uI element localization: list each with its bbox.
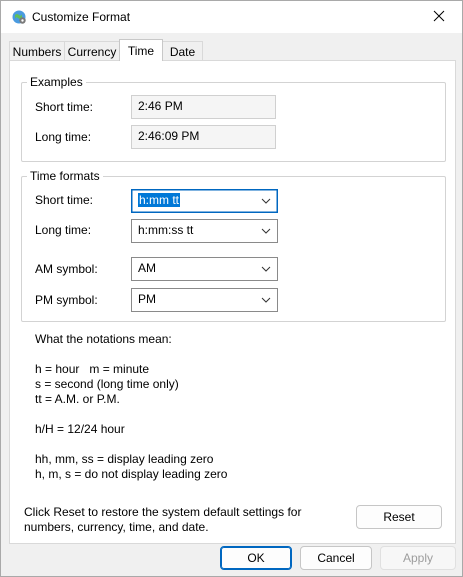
reset-button[interactable]: Reset xyxy=(356,505,442,529)
customize-format-dialog: Customize Format Numbers Currency Time D… xyxy=(0,0,463,577)
tab-currency[interactable]: Currency xyxy=(64,41,120,61)
apply-button-label: Apply xyxy=(402,551,434,565)
ok-button[interactable]: OK xyxy=(220,546,292,570)
am-symbol-label: AM symbol: xyxy=(35,262,98,276)
chevron-down-icon xyxy=(261,293,271,307)
example-short-time-value: 2:46 PM xyxy=(131,95,276,119)
title-bar: Customize Format xyxy=(1,1,462,33)
notation-line: hh, mm, ss = display leading zero xyxy=(35,452,214,466)
long-time-label: Long time: xyxy=(35,223,92,237)
notations-heading: What the notations mean: xyxy=(35,332,172,346)
cancel-button[interactable]: Cancel xyxy=(300,546,372,570)
long-time-value: h:mm:ss tt xyxy=(138,223,194,237)
time-tab-panel: Examples Short time: 2:46 PM Long time: … xyxy=(9,60,456,544)
tab-label: Numbers xyxy=(12,44,62,59)
reset-button-label: Reset xyxy=(383,510,415,524)
short-time-label: Short time: xyxy=(35,193,94,207)
chevron-down-icon xyxy=(261,262,271,276)
window-title: Customize Format xyxy=(32,10,131,24)
am-symbol-combobox[interactable]: AM xyxy=(131,257,278,281)
tab-label: Date xyxy=(169,44,196,59)
pm-symbol-combobox[interactable]: PM xyxy=(131,288,278,312)
notation-line: h, m, s = do not display leading zero xyxy=(35,467,228,481)
long-time-combobox[interactable]: h:mm:ss tt xyxy=(131,219,278,243)
chevron-down-icon xyxy=(261,224,271,238)
reset-description: numbers, currency, time, and date. xyxy=(24,520,209,534)
notation-line: h/H = 12/24 hour xyxy=(35,422,125,436)
examples-group xyxy=(21,82,446,162)
globe-settings-icon xyxy=(11,9,27,25)
am-symbol-value: AM xyxy=(138,261,156,275)
notation-line: s = second (long time only) xyxy=(35,377,179,391)
tab-numbers[interactable]: Numbers xyxy=(9,41,65,61)
tab-label: Time xyxy=(127,43,155,58)
example-long-time-value: 2:46:09 PM xyxy=(131,125,276,149)
notation-line: h = hour m = minute xyxy=(35,362,150,376)
close-button[interactable] xyxy=(416,1,462,33)
ok-button-label: OK xyxy=(247,551,265,565)
chevron-down-icon xyxy=(261,194,271,208)
reset-description: Click Reset to restore the system defaul… xyxy=(24,505,302,519)
short-time-combobox[interactable]: h:mm tt xyxy=(131,189,278,213)
tab-time[interactable]: Time xyxy=(119,39,163,61)
tab-date[interactable]: Date xyxy=(162,41,203,61)
short-time-value: h:mm tt xyxy=(138,193,181,207)
pm-symbol-label: PM symbol: xyxy=(35,293,98,307)
example-long-time-label: Long time: xyxy=(35,130,92,144)
pm-symbol-value: PM xyxy=(138,292,156,306)
example-short-time-label: Short time: xyxy=(35,100,94,114)
apply-button[interactable]: Apply xyxy=(380,546,456,570)
notation-line: tt = A.M. or P.M. xyxy=(35,392,120,406)
time-formats-group-label: Time formats xyxy=(27,169,103,183)
tab-label: Currency xyxy=(67,44,117,59)
cancel-button-label: Cancel xyxy=(317,551,355,565)
close-icon xyxy=(433,10,445,25)
examples-group-label: Examples xyxy=(27,75,86,89)
